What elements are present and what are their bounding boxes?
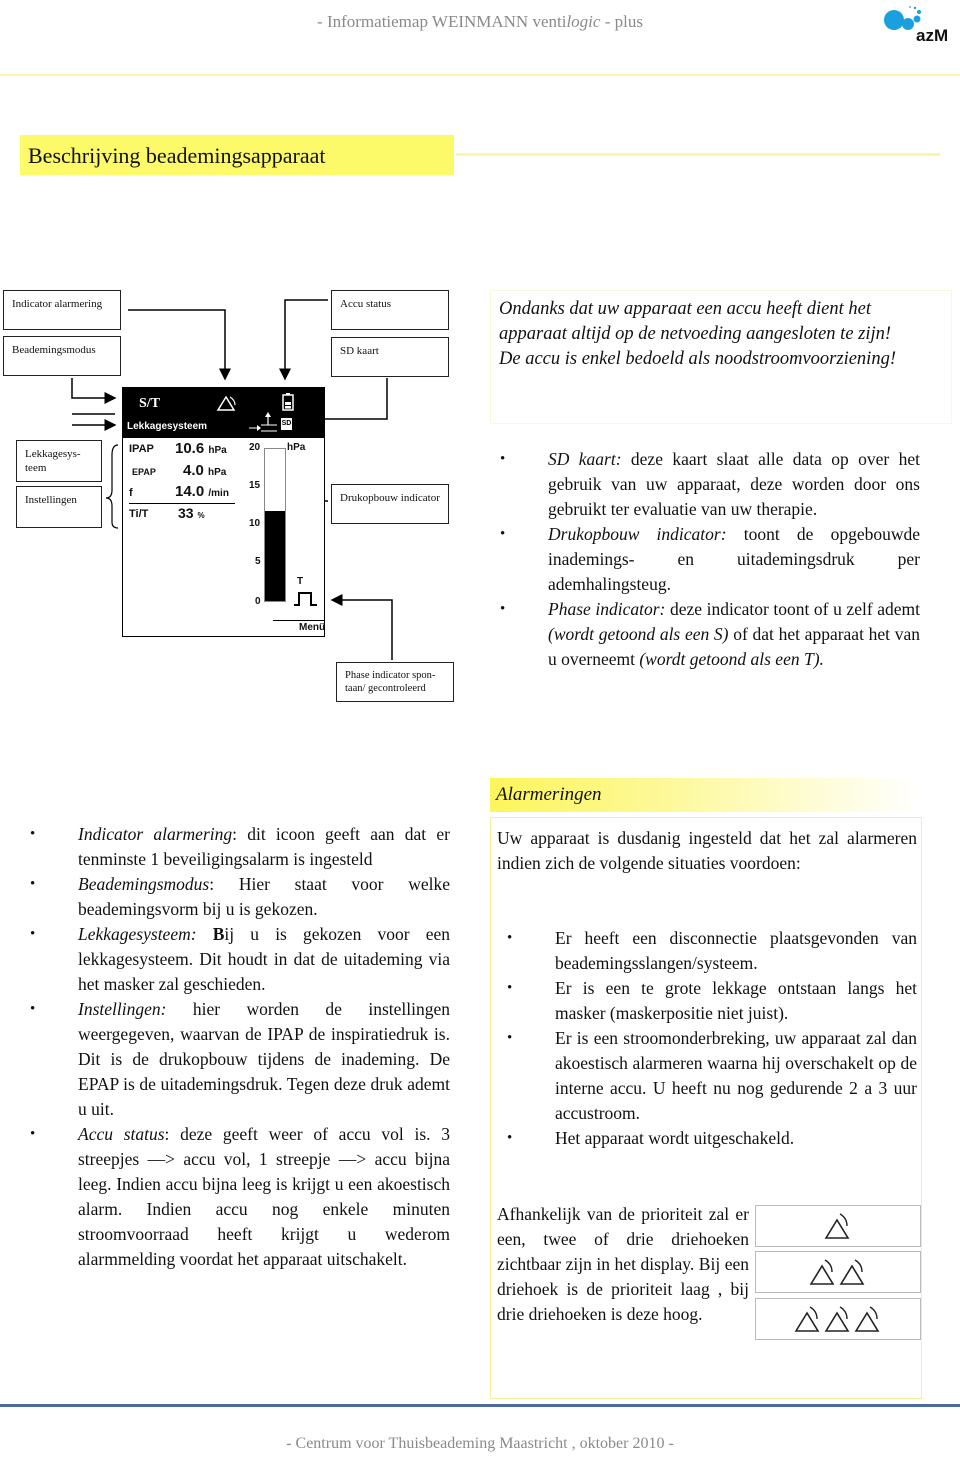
logo-text: azM [916, 26, 949, 45]
setting-name: EPAP [132, 467, 156, 477]
setting-name: Ti/T [129, 508, 149, 520]
list-item: • Er is een te grote lekkage ontstaan lan… [507, 978, 917, 1023]
alarm-triangle-icon [824, 1306, 850, 1332]
header-divider [0, 74, 960, 76]
note-line-1: Ondanks dat uw apparaat een accu heeft d… [499, 299, 892, 344]
scale-label: 20 [249, 442, 261, 453]
pressure-unit: hPa [287, 442, 306, 453]
display-explanation-list: • SD kaart: deze kaart slaat alle data op… [490, 447, 920, 672]
menu-button[interactable]: Menü [299, 622, 325, 633]
priority-level-box [755, 1205, 921, 1247]
list-item: • Accu status: deze geeft weer of accu vo… [30, 1124, 450, 1269]
footer-divider [0, 1404, 960, 1407]
header-title-italic: logic [566, 12, 601, 31]
priority-text: Afhankelijk van de prioriteit zal er een… [497, 1204, 749, 1324]
alarm-triangle-icon [854, 1306, 880, 1332]
battery-icon [282, 393, 294, 411]
list-item: • Phase indicator: deze indicator toont o… [500, 599, 920, 669]
setting-value: 14.0 /min [175, 483, 229, 500]
pressure-bar [264, 448, 286, 602]
display-status-bar: S/T Lekkagesysteem SD [123, 388, 324, 438]
alarm-box: Uw apparaat is dusdanig ingesteld dat he… [490, 817, 922, 1399]
sd-card-icon: SD [281, 418, 292, 430]
alarm-triangle-icon [839, 1259, 865, 1285]
list-item: • Er is een stroomonderbreking, uw appara… [507, 1028, 917, 1123]
settings-brace [105, 444, 119, 529]
phase-label: T [297, 576, 304, 587]
list-item: • SD kaart: deze kaart slaat alle data op… [500, 449, 920, 519]
list-item: • Het apparaat wordt uitgeschakeld. [507, 1128, 795, 1148]
menu-divider [273, 620, 325, 621]
battery-warning-note: Ondanks dat uw apparaat een accu heeft d… [490, 290, 952, 424]
list-item: • Lekkagesysteem: Bij u is gekozen voor e… [30, 924, 450, 994]
setting-name: IPAP [129, 443, 154, 455]
alarm-triangle-icon [794, 1306, 820, 1332]
setting-value: 10.6 hPa [175, 440, 227, 457]
pressure-bar-fill [265, 511, 285, 601]
scale-label: 15 [249, 480, 261, 491]
leakage-valve-icon [249, 412, 277, 432]
list-item: • Beademingsmodus: Hier staat voor welke … [30, 874, 450, 919]
section-title: Beschrijving beademingsapparaat [20, 135, 454, 175]
scale-label: 10 [249, 518, 261, 529]
alarm-triangle-icon [216, 395, 236, 411]
display-mode: S/T [139, 396, 161, 411]
scale-label: 5 [255, 556, 261, 567]
section-divider [456, 153, 940, 156]
list-item: • Instellingen: hier worden de instelling… [30, 999, 450, 1119]
list-item: • Er heeft een disconnectie plaatsgevonde… [507, 928, 917, 973]
alarm-intro: Uw apparaat is dusdanig ingesteld dat he… [497, 828, 917, 873]
alarm-situations-list: • Er heeft een disconnectie plaatsgevonde… [497, 926, 917, 1151]
component-explanation-list: • Indicator alarmering: dit icoon geeft a… [20, 822, 450, 1272]
priority-level-box [755, 1298, 921, 1340]
setting-value: 4.0 hPa [183, 462, 227, 479]
phase-pulse-icon [294, 592, 317, 606]
setting-value: 33 % [178, 505, 205, 521]
header-title-suffix: - plus [600, 12, 643, 31]
alarm-triangle-icon [809, 1259, 835, 1285]
display-system: Lekkagesysteem [127, 421, 208, 432]
alarm-triangle-icon [824, 1213, 850, 1239]
scale-label: 0 [255, 596, 261, 607]
priority-level-box [755, 1251, 921, 1293]
header-title: - Informatiemap WEINMANN ventilogic - pl… [0, 12, 960, 32]
note-line-2: De accu is enkel bedoeld als noodstroomv… [499, 349, 896, 369]
header-title-prefix: - Informatiemap WEINMANN venti [317, 12, 567, 31]
setting-name: f [129, 487, 133, 499]
list-item: • Indicator alarmering: dit icoon geeft a… [30, 824, 450, 869]
device-display: S/T Lekkagesysteem SD IPAP 10.6 hPa EPAP… [122, 387, 325, 637]
footer-text: - Centrum voor Thuisbeademing Maastricht… [286, 1435, 674, 1452]
alarm-heading: Alarmeringen [490, 778, 920, 812]
azm-logo: azM [872, 4, 960, 50]
list-item: • Drukopbouw indicator: toont de opgebouw… [500, 524, 920, 594]
settings-divider [129, 503, 235, 504]
